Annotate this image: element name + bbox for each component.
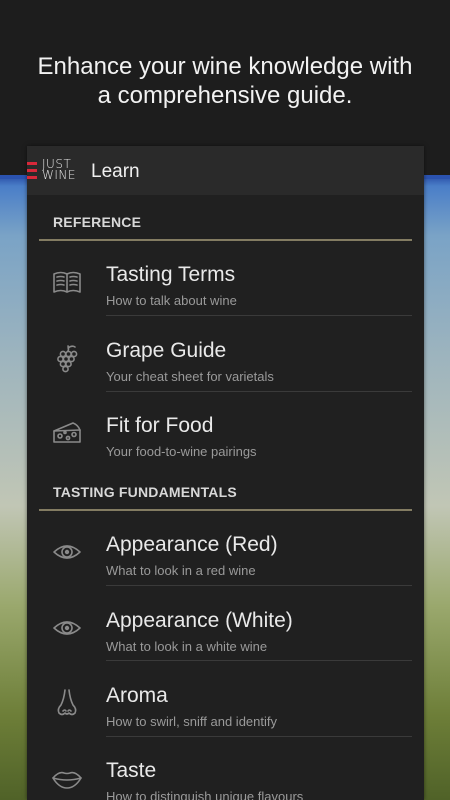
grapes-icon	[51, 342, 83, 374]
section-divider	[39, 509, 412, 511]
item-title: Tasting Terms	[106, 263, 236, 286]
item-title: Appearance (Red)	[106, 533, 278, 556]
list-item-tasting-terms[interactable]: Tasting Terms How to talk about wine	[27, 254, 424, 329]
item-subtitle: How to swirl, sniff and identify	[106, 714, 277, 729]
section-divider	[39, 239, 412, 241]
list-item-aroma[interactable]: Aroma How to swirl, sniff and identify	[27, 675, 424, 750]
section-header-reference: REFERENCE	[53, 214, 142, 230]
list-item-appearance-red[interactable]: Appearance (Red) What to look in a red w…	[27, 524, 424, 599]
cheese-icon	[51, 417, 83, 449]
item-subtitle: How to distinguish unique flavours	[106, 789, 304, 800]
nose-icon	[51, 687, 83, 719]
item-title: Appearance (White)	[106, 609, 293, 632]
promo-tagline-line1: Enhance your wine knowledge with	[37, 53, 413, 80]
page-title: Learn	[91, 161, 140, 182]
lips-icon	[51, 762, 83, 794]
list-item-grape-guide[interactable]: Grape Guide Your cheat sheet for varieta…	[27, 330, 424, 405]
item-title: Grape Guide	[106, 339, 227, 362]
list-item-taste[interactable]: Taste How to distinguish unique flavours	[27, 750, 424, 800]
item-subtitle: Your food-to-wine pairings	[106, 444, 257, 459]
section-header-tasting-fundamentals: TASTING FUNDAMENTALS	[53, 484, 237, 500]
promo-tagline-line2: a comprehensive guide.	[97, 82, 353, 109]
list-item-appearance-white[interactable]: Appearance (White) What to look in a whi…	[27, 600, 424, 675]
eye-icon	[51, 536, 83, 568]
item-subtitle: What to look in a white wine	[106, 639, 268, 654]
item-subtitle: What to look in a red wine	[106, 563, 256, 578]
promo-tagline: Enhance your wine knowledge with a compr…	[0, 52, 450, 110]
item-title: Fit for Food	[106, 414, 214, 437]
list-divider	[106, 391, 412, 392]
item-subtitle: Your cheat sheet for varietals	[106, 369, 274, 384]
app-bar	[27, 146, 424, 195]
list-divider	[106, 736, 412, 737]
list-divider	[106, 315, 412, 316]
menu-icon[interactable]	[27, 162, 37, 179]
item-title: Taste	[106, 759, 157, 782]
list-divider	[106, 585, 412, 586]
list-item-fit-for-food[interactable]: Fit for Food Your food-to-wine pairings	[27, 405, 424, 480]
list-divider	[106, 660, 412, 661]
just-wine-logo[interactable]: JUST WINE	[42, 158, 84, 183]
book-icon	[51, 266, 83, 298]
logo-line2: WINE	[42, 168, 76, 182]
item-subtitle: How to talk about wine	[106, 293, 237, 308]
eye-icon	[51, 612, 83, 644]
item-title: Aroma	[106, 684, 168, 707]
